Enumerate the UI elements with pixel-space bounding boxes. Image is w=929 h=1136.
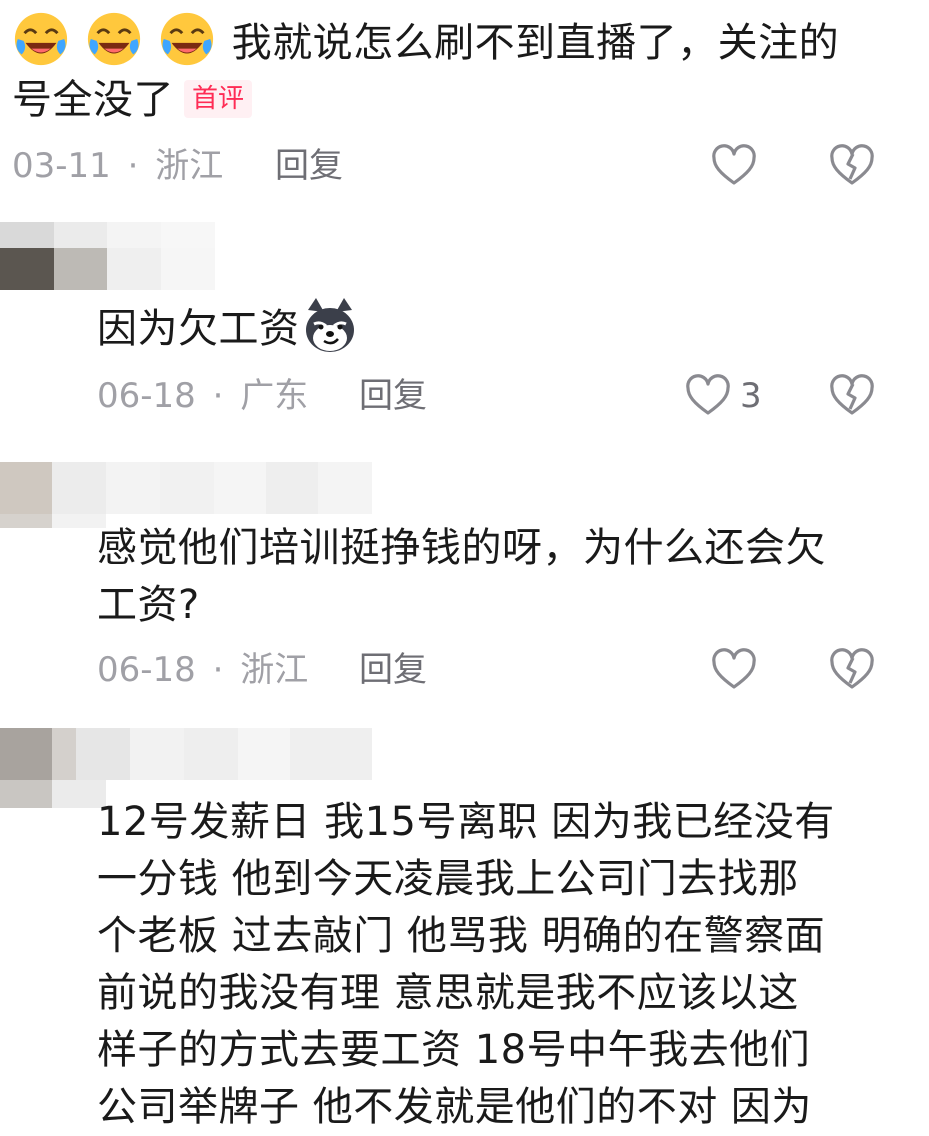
comment-location: 广东	[240, 376, 309, 416]
comment-3-meta: 06-18 · 浙江	[97, 648, 308, 692]
comment-3-text: 感觉他们培训挺挣钱的呀，为什么还会欠 工资?	[97, 525, 826, 628]
comment-4-text: 12号发薪日 我15号离职 因为我已经没有 一分钱 他到今天凌晨我上公司门去找那…	[97, 794, 917, 1136]
comment-1-text-part2: 号全没了	[12, 77, 174, 123]
comment-line: 一分钱 他到今天凌晨我上公司门去找那	[97, 856, 799, 902]
comment-location: 浙江	[155, 146, 224, 186]
comment-1-text: 我就说怎么刷不到直播了，关注的 号全没了 首评	[12, 10, 912, 129]
comment-line: 个老板 过去敲门 他骂我 明确的在警察面	[97, 913, 826, 959]
comment-date: 03-11	[12, 146, 111, 186]
comment-line: 12号发薪日 我15号离职 因为我已经没有	[97, 799, 835, 845]
laughing-crying-emoji	[85, 12, 158, 66]
dislike-button[interactable]	[828, 142, 876, 194]
comment-date: 06-18	[97, 376, 196, 416]
reply-button[interactable]: 回复	[359, 648, 427, 692]
comment-2-meta: 06-18 · 广东	[97, 374, 308, 418]
comment-1-text-part1: 我就说怎么刷不到直播了，关注的	[231, 20, 840, 66]
avatar-and-username-pixelated[interactable]	[0, 222, 215, 294]
comment-line: 前说的我没有理 意思就是我不应该以这	[97, 970, 799, 1016]
broken-heart-icon	[830, 144, 874, 185]
comment-2-text: 因为欠工资	[97, 296, 362, 358]
smirking-husky-emoji	[300, 298, 362, 352]
dislike-button[interactable]	[828, 646, 876, 698]
dislike-button[interactable]	[828, 372, 876, 424]
meta-separator: ·	[212, 376, 224, 416]
broken-heart-icon	[830, 374, 874, 415]
like-button[interactable]: 3	[684, 372, 762, 420]
laughing-crying-emoji	[12, 12, 85, 66]
avatar-and-username-pixelated[interactable]	[0, 462, 372, 528]
heart-outline-icon	[686, 374, 730, 415]
first-comment-badge: 首评	[184, 80, 253, 118]
heart-outline-icon	[712, 144, 756, 185]
heart-outline-icon	[712, 648, 756, 689]
meta-separator: ·	[127, 146, 139, 186]
like-count: 3	[740, 376, 762, 416]
comment-1-meta: 03-11 · 浙江	[12, 144, 223, 188]
comment-line: 公司举牌子 他不发就是他们的不对 因为	[97, 1084, 812, 1130]
reply-button[interactable]: 回复	[275, 144, 343, 188]
like-button[interactable]	[710, 646, 758, 698]
laughing-crying-emoji	[158, 12, 231, 66]
comment-location: 浙江	[240, 650, 309, 690]
like-button[interactable]	[710, 142, 758, 194]
comment-date: 06-18	[97, 650, 196, 690]
broken-heart-icon	[830, 648, 874, 689]
comment-line: 样子的方式去要工资 18号中午我去他们	[97, 1027, 811, 1073]
reply-button[interactable]: 回复	[359, 374, 427, 418]
meta-separator: ·	[212, 650, 224, 690]
